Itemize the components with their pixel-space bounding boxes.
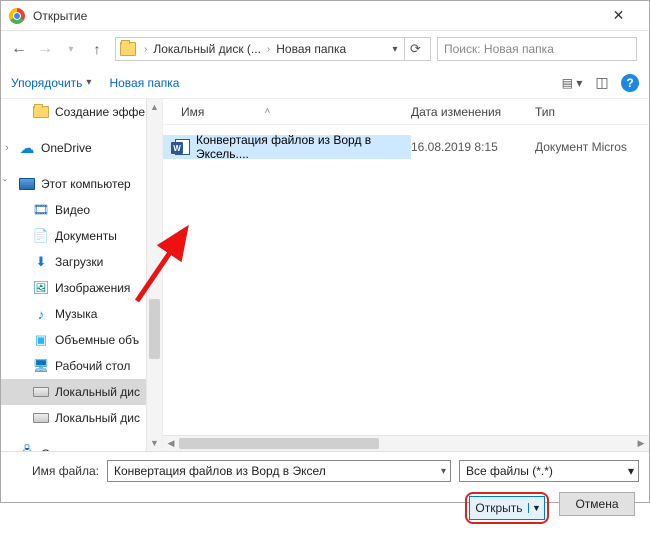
file-name: Конвертация файлов из Ворд в Эксель.... bbox=[196, 133, 411, 161]
sidebar-item-pictures[interactable]: 🖼Изображения bbox=[1, 275, 162, 301]
sidebar-item-network[interactable]: 🖧Сеть bbox=[1, 441, 162, 451]
organize-button[interactable]: Упорядочить ▾ bbox=[11, 76, 91, 90]
scroll-right-icon[interactable]: ▶ bbox=[633, 438, 649, 449]
file-type: Документ Micros bbox=[535, 140, 649, 154]
sidebar-item-downloads[interactable]: ⬇Загрузки bbox=[1, 249, 162, 275]
chevron-down-icon[interactable]: ▾ bbox=[441, 466, 446, 477]
folder-icon bbox=[120, 42, 136, 56]
chrome-icon bbox=[9, 8, 25, 24]
word-file-icon bbox=[175, 139, 190, 155]
desktop-icon: 🖥 bbox=[33, 358, 49, 374]
sidebar-item-desktop[interactable]: 🖥Рабочий стол bbox=[1, 353, 162, 379]
disk-icon bbox=[33, 384, 49, 400]
sidebar-scrollbar[interactable]: ▲ ▼ bbox=[146, 99, 162, 451]
onedrive-icon: ☁ bbox=[19, 140, 35, 156]
new-folder-button[interactable]: Новая папка bbox=[109, 76, 179, 90]
address-dropdown[interactable]: ▾ bbox=[386, 44, 404, 55]
chevron-right-icon: › bbox=[265, 44, 272, 55]
address-bar[interactable]: › Локальный диск (... › Новая папка ▾ ⟳ bbox=[115, 37, 431, 61]
help-button[interactable]: ? bbox=[621, 74, 639, 92]
forward-button[interactable]: → bbox=[33, 37, 57, 61]
chevron-right-icon: › bbox=[142, 44, 149, 55]
cancel-button[interactable]: Отмена bbox=[559, 492, 635, 516]
this-pc-icon bbox=[19, 176, 35, 192]
scroll-thumb[interactable] bbox=[179, 438, 379, 449]
nav-row: ← → ▾ ↑ › Локальный диск (... › Новая па… bbox=[1, 31, 649, 67]
sidebar-item-onedrive[interactable]: ☁OneDrive bbox=[1, 135, 162, 161]
refresh-button[interactable]: ⟳ bbox=[404, 38, 426, 60]
open-button[interactable]: Открыть ▼ bbox=[469, 496, 545, 520]
preview-pane-button[interactable]: ◫ bbox=[591, 72, 613, 94]
view-controls: ▤ ▾ ◫ ? bbox=[561, 72, 639, 94]
sidebar-item-3d[interactable]: ▣Объемные объ bbox=[1, 327, 162, 353]
downloads-icon: ⬇ bbox=[33, 254, 49, 270]
close-button[interactable]: ✕ bbox=[596, 1, 641, 31]
file-list: Имя˄ Дата изменения Тип Конвертация файл… bbox=[163, 99, 649, 451]
recent-dropdown[interactable]: ▾ bbox=[59, 37, 83, 61]
file-date: 16.08.2019 8:15 bbox=[411, 140, 535, 154]
disk-icon bbox=[33, 410, 49, 426]
column-headers: Имя˄ Дата изменения Тип bbox=[163, 99, 649, 125]
network-icon: 🖧 bbox=[19, 446, 35, 451]
file-filter-select[interactable]: Все файлы (*.*) ▾ bbox=[459, 460, 639, 482]
search-placeholder: Поиск: Новая папка bbox=[444, 42, 554, 56]
open-dropdown[interactable]: ▼ bbox=[528, 503, 544, 513]
filename-label: Имя файла: bbox=[11, 464, 99, 478]
up-button[interactable]: ↑ bbox=[85, 37, 109, 61]
toolbar: Упорядочить ▾ Новая папка ▤ ▾ ◫ ? bbox=[1, 67, 649, 99]
sidebar-item-videos[interactable]: 🎞Видео bbox=[1, 197, 162, 223]
window-title: Открытие bbox=[33, 9, 596, 23]
sidebar-item-local-disk[interactable]: Локальный дис bbox=[1, 405, 162, 431]
chevron-down-icon[interactable]: ▾ bbox=[628, 464, 634, 478]
music-icon: ♪ bbox=[33, 306, 49, 322]
breadcrumb-seg2[interactable]: Новая папка bbox=[272, 42, 350, 56]
column-type[interactable]: Тип bbox=[535, 105, 649, 119]
file-row[interactable]: Конвертация файлов из Ворд в Эксель.... … bbox=[163, 135, 649, 159]
sidebar-item-this-pc[interactable]: Этот компьютер bbox=[1, 171, 162, 197]
sidebar-item-documents[interactable]: 📄Документы bbox=[1, 223, 162, 249]
sidebar-item-local-disk[interactable]: Локальный дис bbox=[1, 379, 162, 405]
scroll-down-icon[interactable]: ▼ bbox=[147, 435, 162, 451]
highlight-annotation: Открыть ▼ bbox=[465, 492, 549, 524]
breadcrumb-seg1[interactable]: Локальный диск (... bbox=[149, 42, 265, 56]
pictures-icon: 🖼 bbox=[33, 280, 49, 296]
sidebar-item[interactable]: Создание эффе bbox=[1, 99, 162, 125]
chevron-down-icon: ▾ bbox=[86, 77, 91, 88]
scroll-up-icon[interactable]: ▲ bbox=[147, 99, 162, 115]
view-mode-button[interactable]: ▤ ▾ bbox=[561, 72, 583, 94]
bottom-panel: Имя файла: Конвертация файлов из Ворд в … bbox=[1, 451, 649, 534]
horizontal-scrollbar[interactable]: ◀ ▶ bbox=[163, 435, 649, 451]
sort-indicator-icon: ˄ bbox=[264, 106, 270, 117]
title-bar: Открытие ✕ bbox=[1, 1, 649, 31]
video-icon: 🎞 bbox=[33, 202, 49, 218]
cube-icon: ▣ bbox=[33, 332, 49, 348]
documents-icon: 📄 bbox=[33, 228, 49, 244]
sidebar: Создание эффе ☁OneDrive Этот компьютер 🎞… bbox=[1, 99, 163, 451]
back-button[interactable]: ← bbox=[7, 37, 31, 61]
filename-input[interactable]: Конвертация файлов из Ворд в Эксел ▾ bbox=[107, 460, 451, 482]
column-date[interactable]: Дата изменения bbox=[411, 105, 535, 119]
body: Создание эффе ☁OneDrive Этот компьютер 🎞… bbox=[1, 99, 649, 451]
scroll-thumb[interactable] bbox=[149, 299, 160, 359]
sidebar-item-music[interactable]: ♪Музыка bbox=[1, 301, 162, 327]
search-input[interactable]: Поиск: Новая папка bbox=[437, 37, 637, 61]
column-name[interactable]: Имя˄ bbox=[163, 105, 411, 119]
scroll-left-icon[interactable]: ◀ bbox=[163, 438, 179, 449]
